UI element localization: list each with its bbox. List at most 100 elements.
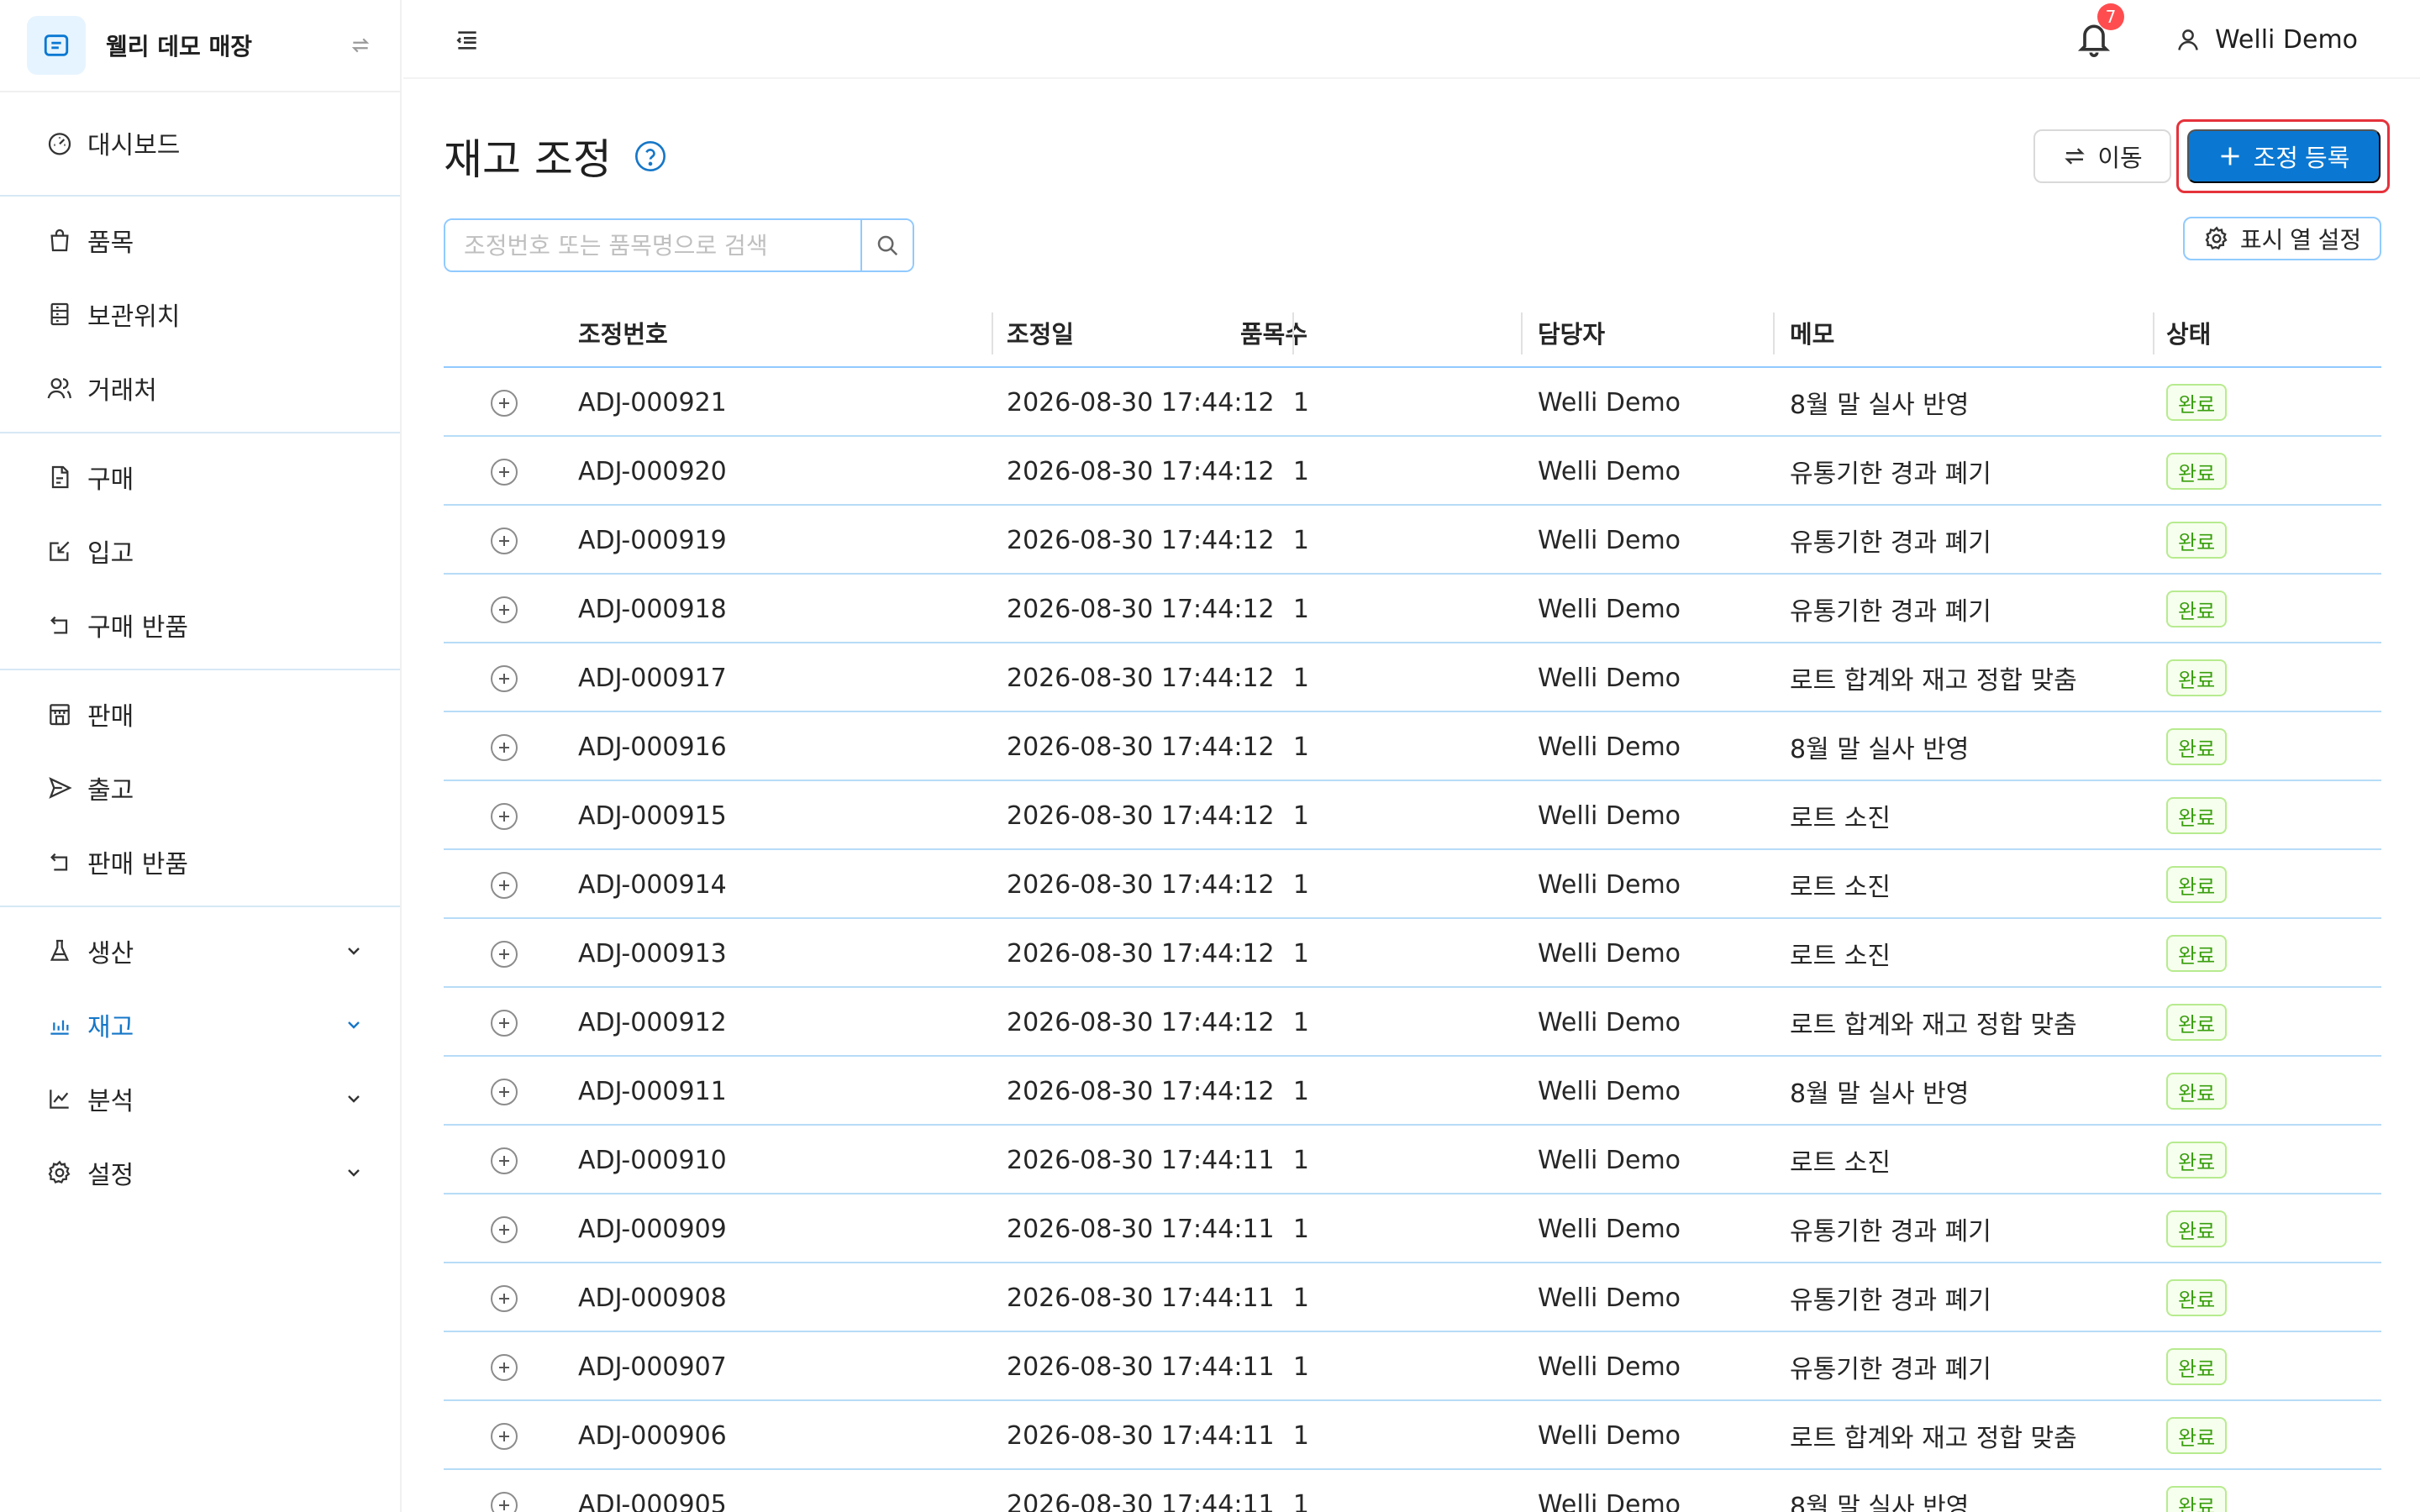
column-header[interactable]: 상태: [2166, 297, 2211, 368]
cell-adjustment-no[interactable]: ADJ-000910: [578, 1126, 727, 1194]
cell-item-count: 1: [1292, 1076, 1309, 1106]
add-button-label: 조정 등록: [2253, 145, 2350, 172]
table-row[interactable]: ADJ-000909 2026-08-30 17:44:11 1 Welli Demo…: [444, 1194, 2381, 1263]
expand-row-icon[interactable]: [491, 528, 518, 554]
sidebar-item[interactable]: 보관위치: [0, 277, 400, 351]
column-settings-button[interactable]: 표시 열 설정: [2183, 217, 2381, 260]
expand-row-icon[interactable]: [491, 390, 518, 417]
column-divider[interactable]: [2153, 312, 2154, 354]
expand-row-icon[interactable]: [491, 1354, 518, 1381]
column-header[interactable]: 조정일: [1007, 297, 1074, 368]
table-row[interactable]: ADJ-000907 2026-08-30 17:44:11 1 Welli Demo…: [444, 1332, 2381, 1401]
cell-adjustment-no[interactable]: ADJ-000918: [578, 575, 727, 643]
search-input[interactable]: [445, 220, 860, 270]
sidebar-item[interactable]: 구매: [0, 440, 400, 514]
cell-adjustment-no[interactable]: ADJ-000915: [578, 781, 727, 850]
table-row[interactable]: ADJ-000913 2026-08-30 17:44:12 1 Welli Demo…: [444, 919, 2381, 988]
column-header[interactable]: 메모: [1790, 297, 1834, 368]
table-row[interactable]: ADJ-000915 2026-08-30 17:44:12 1 Welli Demo…: [444, 781, 2381, 850]
column-divider[interactable]: [992, 312, 993, 354]
sidebar-item[interactable]: 입고: [0, 514, 400, 588]
cell-date: 2026-08-30 17:44:11: [1007, 1145, 1275, 1175]
table-row[interactable]: ADJ-000912 2026-08-30 17:44:12 1 Welli Demo…: [444, 988, 2381, 1057]
sidebar-item[interactable]: 대시보드: [0, 106, 400, 180]
cell-adjustment-no[interactable]: ADJ-000913: [578, 919, 727, 988]
expand-row-icon[interactable]: [491, 1216, 518, 1243]
help-icon[interactable]: [634, 139, 667, 173]
sidebar-item[interactable]: 판매 반품: [0, 825, 400, 899]
expand-row-icon[interactable]: [491, 1147, 518, 1174]
sidebar-item[interactable]: 설정: [0, 1136, 400, 1210]
expand-row-icon[interactable]: [491, 459, 518, 486]
cell-adjustment-no[interactable]: ADJ-000914: [578, 850, 727, 919]
menu-toggle-icon[interactable]: [450, 24, 484, 57]
sidebar-item-label: 재고: [87, 1013, 134, 1042]
sidebar-item[interactable]: 생산: [0, 914, 400, 988]
cell-item-count: 1: [1292, 663, 1309, 693]
cell-adjustment-no[interactable]: ADJ-000908: [578, 1263, 727, 1332]
table-row[interactable]: ADJ-000916 2026-08-30 17:44:12 1 Welli Demo…: [444, 712, 2381, 781]
sidebar-item[interactable]: 거래처: [0, 351, 400, 425]
cell-adjustment-no[interactable]: ADJ-000905: [578, 1470, 727, 1512]
cell-adjustment-no[interactable]: ADJ-000906: [578, 1401, 727, 1470]
column-header[interactable]: 품목수: [1240, 297, 1307, 368]
expand-row-icon[interactable]: [491, 941, 518, 968]
sidebar-item[interactable]: 품목: [0, 203, 400, 277]
sidebar-item[interactable]: 출고: [0, 751, 400, 825]
sidebar-item[interactable]: 분석: [0, 1062, 400, 1136]
column-divider[interactable]: [1773, 312, 1775, 354]
table-row[interactable]: ADJ-000914 2026-08-30 17:44:12 1 Welli Demo…: [444, 850, 2381, 919]
expand-row-icon[interactable]: [491, 665, 518, 692]
table-row[interactable]: ADJ-000911 2026-08-30 17:44:12 1 Welli Demo…: [444, 1057, 2381, 1126]
cell-adjustment-no[interactable]: ADJ-000907: [578, 1332, 727, 1401]
expand-row-icon[interactable]: [491, 1423, 518, 1450]
cell-adjustment-no[interactable]: ADJ-000919: [578, 506, 727, 575]
move-button[interactable]: 이동: [2033, 129, 2171, 183]
expand-row-icon[interactable]: [491, 1285, 518, 1312]
sidebar-item-label: 판매 반품: [87, 850, 188, 879]
expand-row-icon[interactable]: [491, 872, 518, 899]
sidebar-item[interactable]: 구매 반품: [0, 588, 400, 662]
column-header[interactable]: 조정번호: [578, 297, 668, 368]
sidebar-item-label: 품목: [87, 228, 134, 258]
search-button[interactable]: [860, 220, 913, 270]
table-row[interactable]: ADJ-000910 2026-08-30 17:44:11 1 Welli Demo…: [444, 1126, 2381, 1194]
column-divider[interactable]: [1521, 312, 1523, 354]
cell-item-count: 1: [1292, 594, 1309, 624]
cell-manager: Welli Demo: [1538, 1420, 1681, 1451]
expand-row-icon[interactable]: [491, 1079, 518, 1105]
table-row[interactable]: ADJ-000918 2026-08-30 17:44:12 1 Welli Demo…: [444, 575, 2381, 643]
cell-adjustment-no[interactable]: ADJ-000916: [578, 712, 727, 781]
expand-row-icon[interactable]: [491, 734, 518, 761]
table-row[interactable]: ADJ-000921 2026-08-30 17:44:12 1 Welli Demo…: [444, 368, 2381, 437]
cell-adjustment-no[interactable]: ADJ-000920: [578, 437, 727, 506]
sidebar-item[interactable]: 재고: [0, 988, 400, 1062]
column-divider[interactable]: [1292, 312, 1294, 354]
status-badge: 완료: [2166, 591, 2228, 627]
cell-item-count: 1: [1292, 1489, 1309, 1512]
table-row[interactable]: ADJ-000906 2026-08-30 17:44:11 1 Welli Demo…: [444, 1401, 2381, 1470]
cell-memo: 8월 말 실사 반영: [1790, 1493, 1970, 1512]
table-row[interactable]: ADJ-000917 2026-08-30 17:44:12 1 Welli Demo…: [444, 643, 2381, 712]
table-row[interactable]: ADJ-000905 2026-08-30 17:44:11 1 Welli Demo…: [444, 1470, 2381, 1512]
cell-adjustment-no[interactable]: ADJ-000912: [578, 988, 727, 1057]
table-row[interactable]: ADJ-000920 2026-08-30 17:44:12 1 Welli Demo…: [444, 437, 2381, 506]
table-row[interactable]: ADJ-000908 2026-08-30 17:44:11 1 Welli Demo…: [444, 1263, 2381, 1332]
notification-bell-icon[interactable]: 7: [2075, 3, 2124, 60]
cell-adjustment-no[interactable]: ADJ-000921: [578, 368, 727, 437]
column-header[interactable]: 담당자: [1538, 297, 1605, 368]
status-badge: 완료: [2166, 659, 2228, 696]
expand-row-icon[interactable]: [491, 596, 518, 623]
sidebar-item[interactable]: 판매: [0, 677, 400, 751]
user-menu[interactable]: Welli Demo: [2173, 20, 2358, 59]
cell-adjustment-no[interactable]: ADJ-000917: [578, 643, 727, 712]
table-row[interactable]: ADJ-000919 2026-08-30 17:44:12 1 Welli Demo…: [444, 506, 2381, 575]
expand-row-icon[interactable]: [491, 1492, 518, 1512]
expand-row-icon[interactable]: [491, 1010, 518, 1037]
cell-memo: 8월 말 실사 반영: [1790, 1079, 1970, 1109]
cell-adjustment-no[interactable]: ADJ-000911: [578, 1057, 727, 1126]
expand-row-icon[interactable]: [491, 803, 518, 830]
cell-adjustment-no[interactable]: ADJ-000909: [578, 1194, 727, 1263]
store-switch-icon[interactable]: [346, 31, 375, 60]
add-adjustment-button[interactable]: 조정 등록: [2187, 129, 2381, 183]
